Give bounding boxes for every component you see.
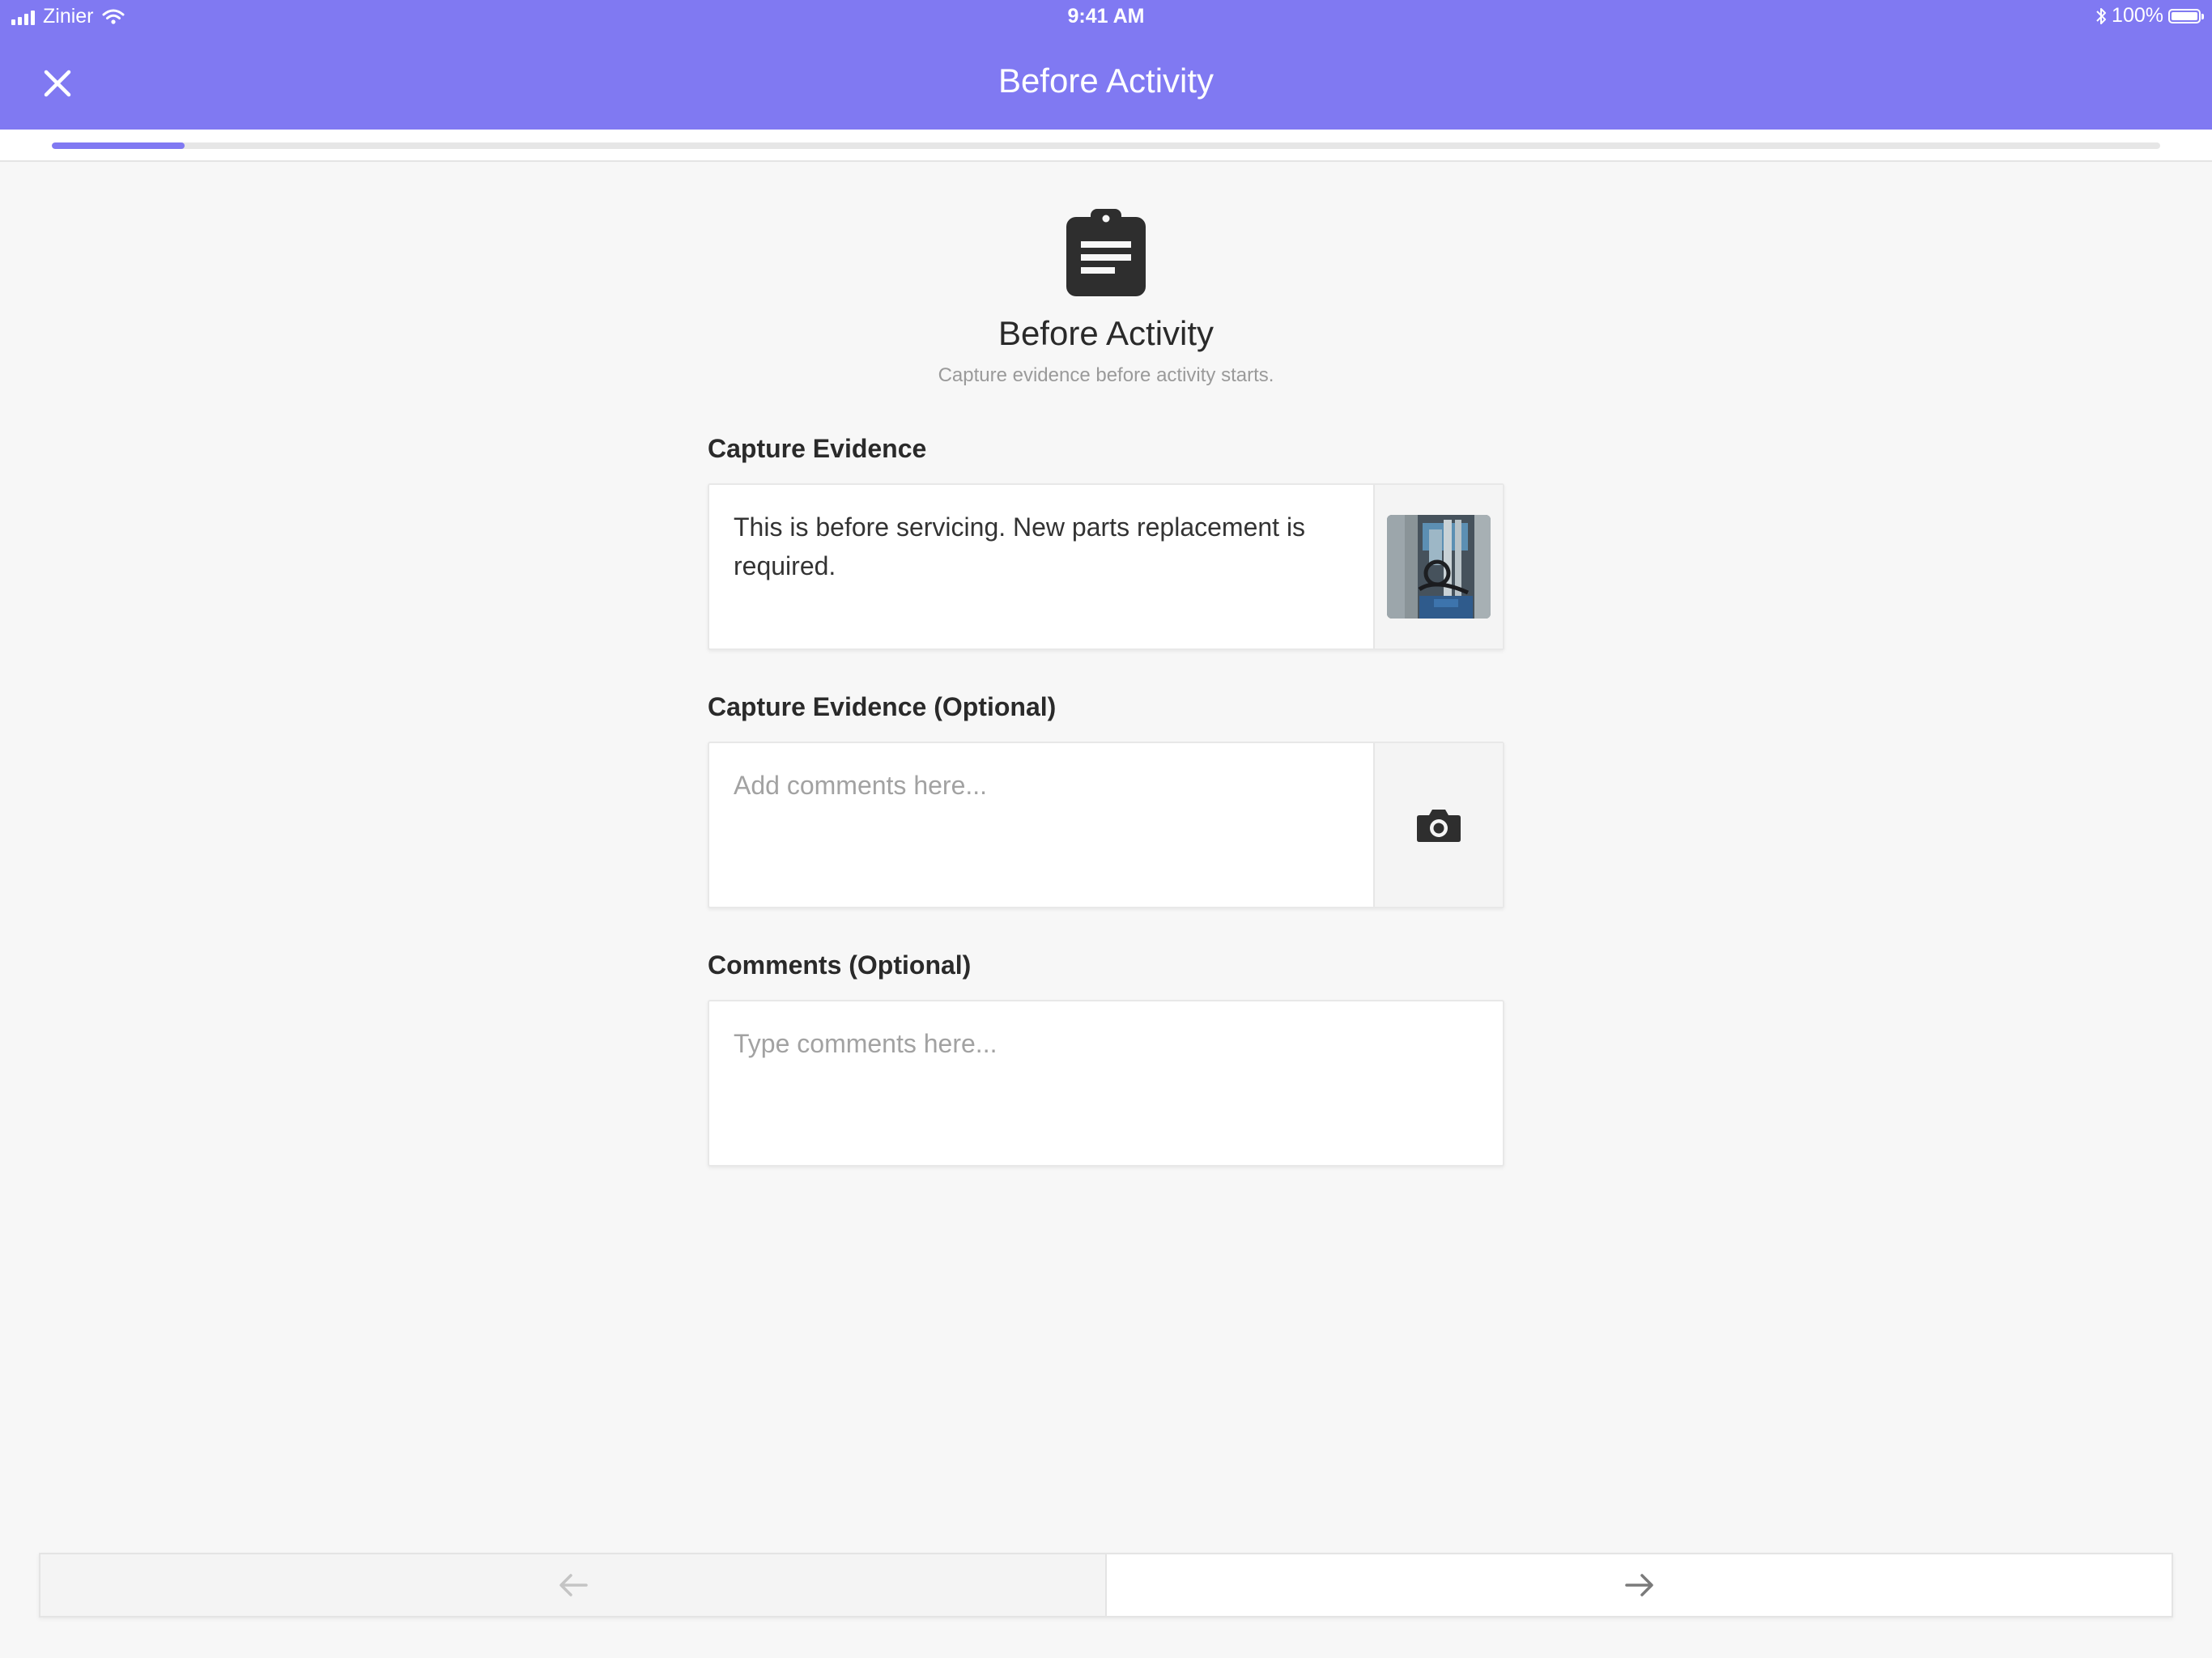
camera-button[interactable] [1373, 743, 1503, 907]
capture-evidence-label: Capture Evidence [708, 434, 927, 463]
arrow-right-icon [1624, 1574, 1653, 1596]
battery-percent: 100% [2112, 4, 2163, 27]
page-subtitle: Capture evidence before activity starts. [938, 364, 1274, 386]
footer-nav [39, 1553, 2173, 1618]
header-title: Before Activity [998, 62, 1214, 100]
previous-button[interactable] [40, 1554, 1107, 1616]
form-content: Before Activity Capture evidence before … [708, 194, 1504, 1167]
capture-evidence-optional-input[interactable]: Add comments here... [709, 743, 1373, 907]
status-time: 9:41 AM [1067, 5, 1145, 28]
clipboard-icon [1066, 209, 1146, 296]
progress-area [0, 130, 2212, 162]
next-button[interactable] [1107, 1554, 2172, 1616]
bluetooth-icon [2096, 7, 2107, 24]
capture-evidence-optional-field: Add comments here... [708, 742, 1504, 908]
capture-evidence-optional-label: Capture Evidence (Optional) [708, 692, 1057, 721]
capture-evidence-field: This is before servicing. New parts repl… [708, 483, 1504, 650]
page-title: Before Activity [998, 314, 1214, 352]
arrow-left-icon [559, 1574, 588, 1596]
capture-evidence-input[interactable]: This is before servicing. New parts repl… [709, 485, 1373, 648]
photo-thumbnail[interactable] [1387, 515, 1491, 619]
status-bar: Zinier 9:41 AM 100% [0, 0, 2212, 36]
app-header: Zinier 9:41 AM 100% Before Activity [0, 0, 2212, 130]
battery-icon [2168, 8, 2204, 23]
progress-fill [52, 142, 185, 149]
camera-icon [1417, 810, 1461, 842]
comments-input[interactable]: Type comments here... [709, 1001, 1503, 1165]
progress-bar [52, 142, 2160, 149]
comments-optional-label: Comments (Optional) [708, 950, 972, 980]
section-header: Before Activity Capture evidence before … [708, 209, 1504, 387]
status-right: 100% [2095, 4, 2204, 28]
comments-optional-field: Type comments here... [708, 1000, 1504, 1167]
capture-evidence-media[interactable] [1373, 485, 1503, 648]
